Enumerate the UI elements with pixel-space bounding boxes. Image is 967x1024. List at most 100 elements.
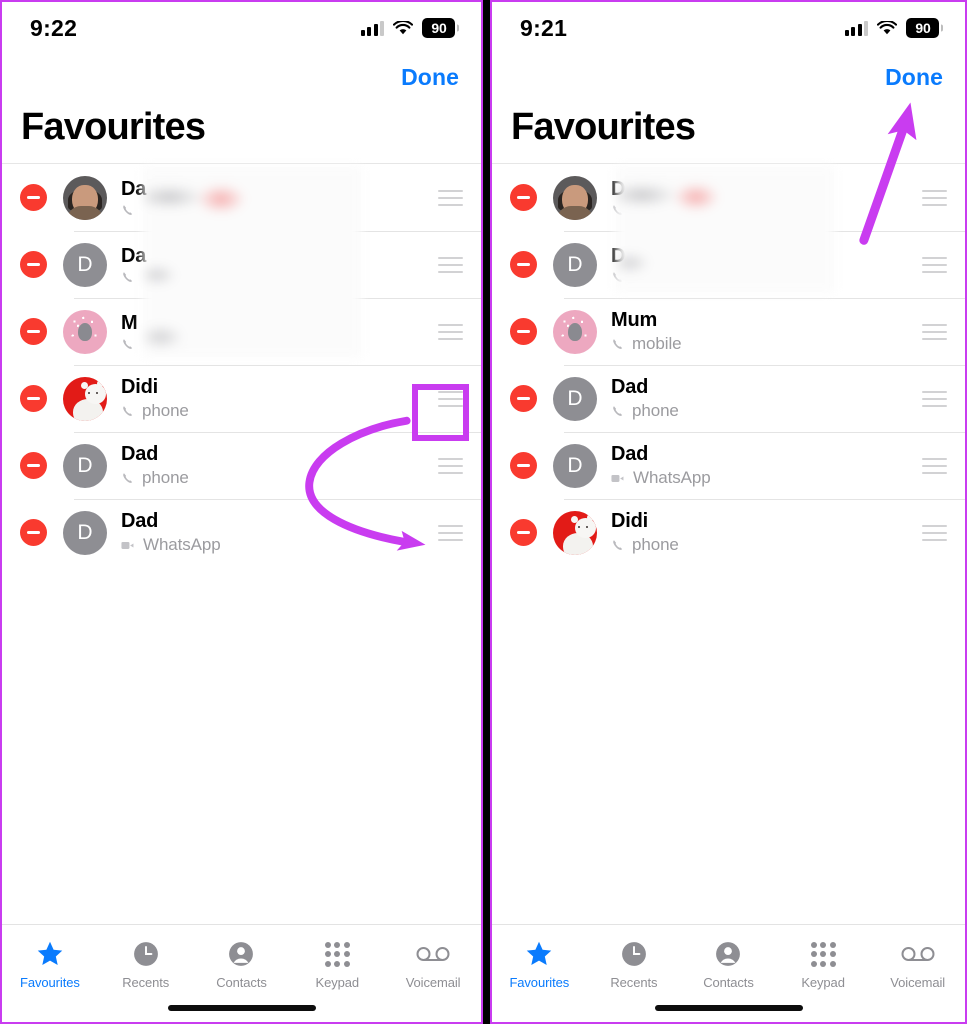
voicemail-icon <box>901 939 935 969</box>
home-indicator <box>167 1005 316 1011</box>
table-row[interactable]: M <box>2 298 481 365</box>
delete-minus-icon[interactable] <box>510 385 537 412</box>
tab-label: Recents <box>122 975 170 990</box>
phone-icon <box>613 539 623 550</box>
page-title: Favourites <box>511 106 696 148</box>
reorder-handle[interactable] <box>903 298 965 365</box>
tab-favourites[interactable]: Favourites <box>492 939 587 990</box>
table-row[interactable]: D D <box>492 231 965 298</box>
tab-voicemail[interactable]: Voicemail <box>385 939 481 990</box>
delete-minus-icon[interactable] <box>20 318 47 345</box>
reorder-handle[interactable] <box>419 365 481 432</box>
table-row[interactable]: D Dad WhatsApp <box>492 432 965 499</box>
avatar <box>553 175 597 220</box>
star-icon <box>36 939 64 969</box>
tab-keypad[interactable]: Keypad <box>289 939 385 990</box>
phone-icon <box>613 204 623 215</box>
avatar-initial: D <box>567 453 583 477</box>
delete-minus-icon[interactable] <box>20 519 47 546</box>
cellular-signal-icon <box>360 20 384 36</box>
delete-minus-icon[interactable] <box>20 251 47 278</box>
table-row[interactable]: Mum mobile <box>492 298 965 365</box>
person-icon <box>228 939 254 969</box>
phone-panel-before: 9:22 90 Done Favourites Da D Da M Didi p… <box>0 0 483 1024</box>
table-row[interactable]: Didi phone <box>2 365 481 432</box>
tab-bar: Favourites Recents Contacts Keypad Voice… <box>2 924 481 1022</box>
star-icon <box>525 939 553 969</box>
contact-line-label: phone <box>632 535 679 554</box>
tab-voicemail[interactable]: Voicemail <box>870 939 965 990</box>
table-row[interactable]: D <box>492 164 965 231</box>
delete-minus-icon[interactable] <box>510 519 537 546</box>
avatar: D <box>553 376 597 421</box>
tab-label: Contacts <box>703 975 754 990</box>
tab-bar: Favourites Recents Contacts Keypad Voice… <box>492 924 965 1022</box>
table-row[interactable]: D Dad phone <box>2 432 481 499</box>
reorder-handle[interactable] <box>903 499 965 566</box>
delete-minus-icon[interactable] <box>20 385 47 412</box>
reorder-handle[interactable] <box>419 432 481 499</box>
reorder-handle[interactable] <box>419 231 481 298</box>
phone-icon <box>613 338 623 349</box>
avatar <box>63 376 107 421</box>
favourites-list: Da D Da M Didi phone D Dad phone D Dad W… <box>2 163 481 566</box>
delete-minus-icon[interactable] <box>510 184 537 211</box>
table-row[interactable]: Didi phone <box>492 499 965 566</box>
avatar-initial: D <box>567 386 583 410</box>
delete-minus-icon[interactable] <box>510 251 537 278</box>
phone-icon <box>123 405 133 416</box>
person-icon <box>715 939 741 969</box>
contact-line-label: phone <box>142 468 189 487</box>
tab-label: Contacts <box>216 975 267 990</box>
page-title: Favourites <box>21 106 206 148</box>
tab-contacts[interactable]: Contacts <box>681 939 776 990</box>
tab-label: Keypad <box>315 975 360 990</box>
tab-label: Keypad <box>801 975 845 990</box>
tab-keypad[interactable]: Keypad <box>776 939 871 990</box>
table-row[interactable]: D Dad phone <box>492 365 965 432</box>
battery-icon: 90 <box>906 18 939 38</box>
done-button[interactable]: Done <box>401 64 459 91</box>
tab-contacts[interactable]: Contacts <box>194 939 290 990</box>
done-button[interactable]: Done <box>885 64 943 91</box>
reorder-handle[interactable] <box>903 432 965 499</box>
reorder-handle[interactable] <box>903 231 965 298</box>
phone-icon <box>123 472 133 483</box>
contact-name: M <box>121 311 138 334</box>
reorder-handle[interactable] <box>419 164 481 231</box>
contact-name: Dad <box>611 443 649 465</box>
contact-name: D <box>611 177 626 200</box>
table-row[interactable]: D Dad WhatsApp <box>2 499 481 566</box>
avatar-initial: D <box>77 520 93 544</box>
avatar <box>63 175 107 220</box>
status-indicators: 90 <box>844 18 939 38</box>
contact-name: Dad <box>121 510 159 532</box>
reorder-handle[interactable] <box>903 365 965 432</box>
delete-minus-icon[interactable] <box>510 318 537 345</box>
delete-minus-icon[interactable] <box>20 452 47 479</box>
tab-favourites[interactable]: Favourites <box>2 939 98 990</box>
delete-minus-icon[interactable] <box>510 452 537 479</box>
reorder-handle[interactable] <box>419 499 481 566</box>
favourites-list: D D D Mum mobile D Dad phone D Dad Whats… <box>492 163 965 566</box>
tab-label: Voicemail <box>890 975 946 990</box>
tab-recents[interactable]: Recents <box>98 939 194 990</box>
battery-icon: 90 <box>422 18 455 38</box>
delete-minus-icon[interactable] <box>20 184 47 211</box>
reorder-handle[interactable] <box>419 298 481 365</box>
contact-line-label: phone <box>142 401 189 420</box>
status-time: 9:22 <box>30 14 78 41</box>
contact-name: Dad <box>121 443 159 465</box>
table-row[interactable]: D Da <box>2 231 481 298</box>
phone-icon <box>123 338 133 349</box>
contact-name: Dad <box>611 376 649 398</box>
phone-icon <box>613 271 623 282</box>
tab-label: Favourites <box>509 975 570 990</box>
reorder-handle[interactable] <box>903 164 965 231</box>
tab-recents[interactable]: Recents <box>587 939 682 990</box>
wifi-icon <box>877 20 897 34</box>
phone-panel-after: 9:21 90 Done Favourites D D D Mum mobile… <box>490 0 967 1024</box>
contact-line-label: WhatsApp <box>143 535 221 554</box>
table-row[interactable]: Da <box>2 164 481 231</box>
home-indicator <box>654 1005 803 1011</box>
